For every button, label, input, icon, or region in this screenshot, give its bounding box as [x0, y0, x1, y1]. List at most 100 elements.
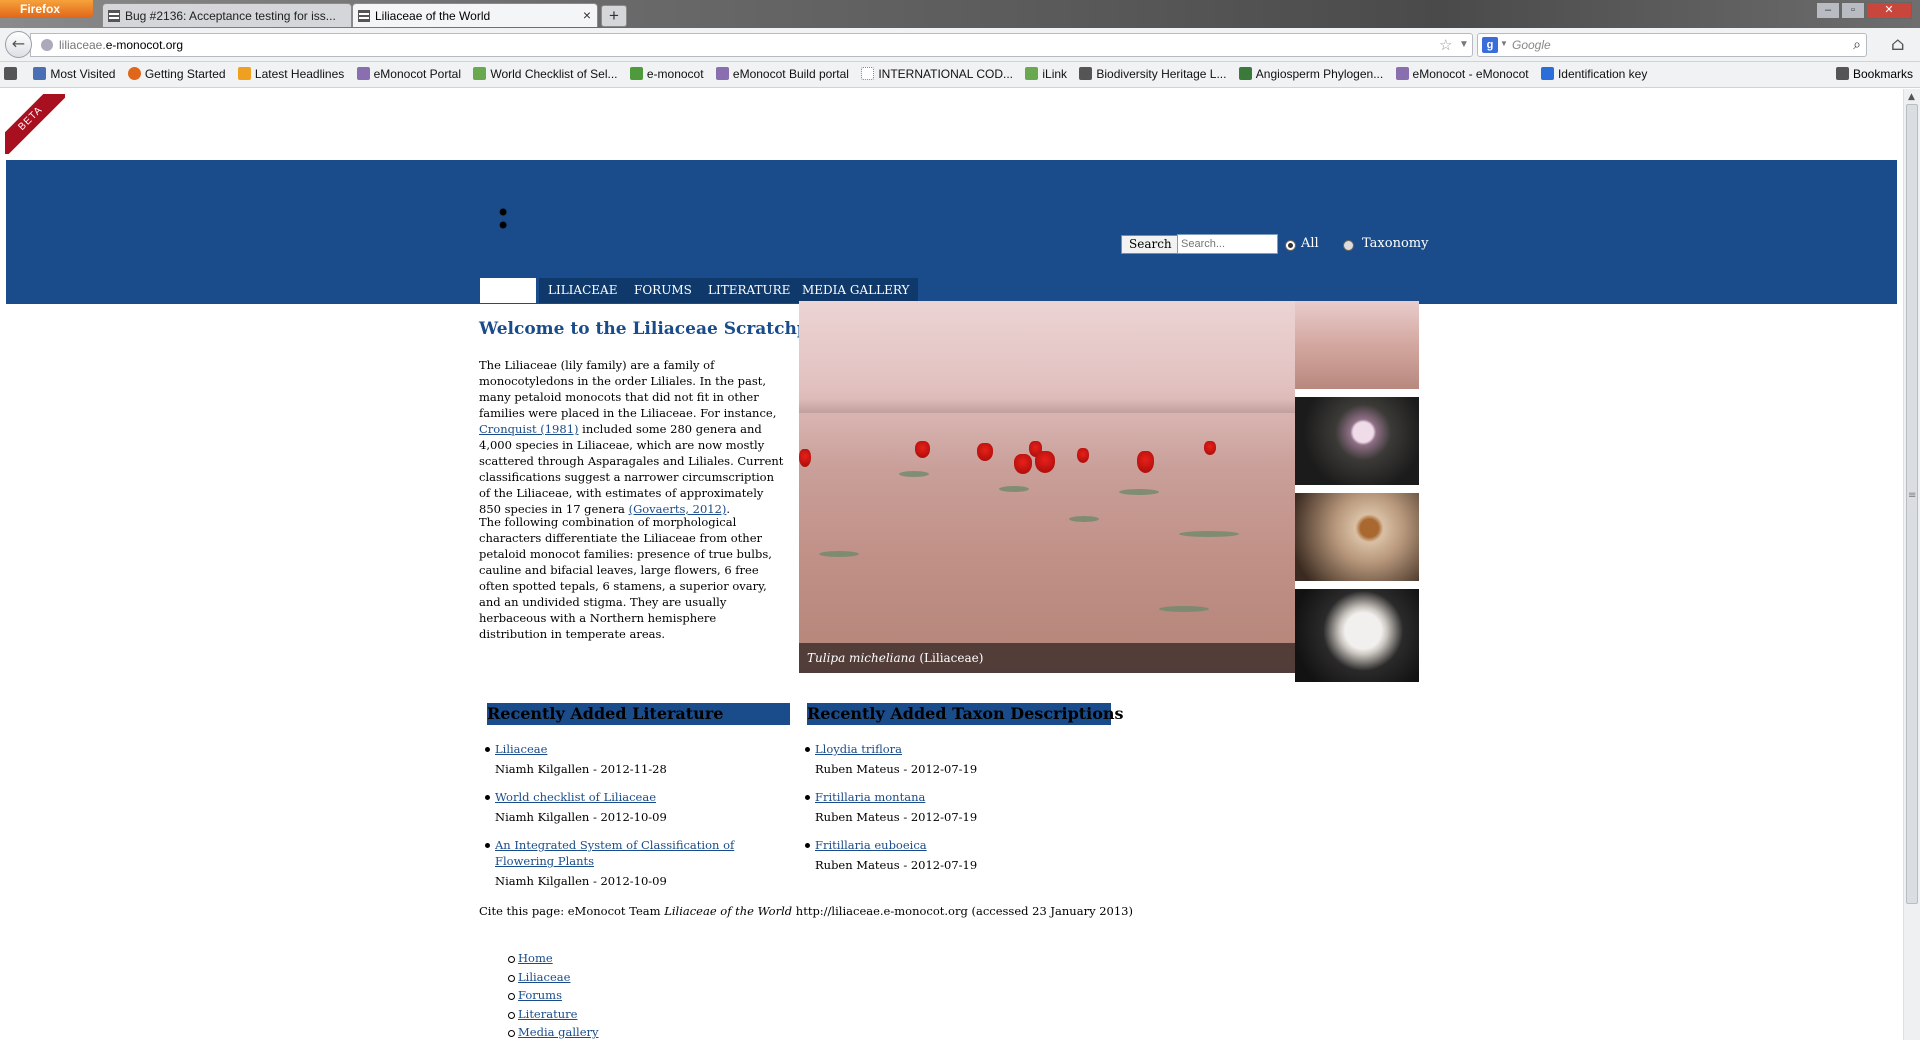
emonocot-icon — [1395, 67, 1409, 80]
new-tab-button[interactable]: + — [601, 5, 627, 27]
search-engine-dropdown-icon[interactable]: ▼ — [1500, 39, 1508, 48]
footer-link-liliaceae[interactable]: Liliaceae — [518, 970, 570, 984]
bookmark-latest-headlines[interactable]: Latest Headlines — [237, 67, 344, 81]
maximize-window-button[interactable]: ▫ — [1841, 2, 1865, 19]
bookmark-world-checklist[interactable]: World Checklist of Sel... — [473, 67, 618, 81]
nav-tab-home[interactable] — [480, 278, 536, 303]
tab-title: Bug #2136: Acceptance testing for iss... — [125, 9, 336, 23]
list-item: Liliaceae Niamh Kilgallen - 2012-11-28 — [485, 741, 787, 777]
nav-tab-media-gallery[interactable]: MEDIA GALLERY — [793, 278, 919, 303]
nav-tab-liliaceae[interactable]: LILIACEAE — [539, 278, 627, 303]
search-scope-taxonomy-label: Taxonomy — [1362, 236, 1429, 251]
tab-title: Liliaceae of the World — [375, 9, 491, 23]
footer-item: Media gallery — [508, 1023, 599, 1040]
bookmark-ilink[interactable]: iLink — [1025, 67, 1067, 81]
emonocot-icon — [356, 67, 370, 80]
footer-link-home[interactable]: Home — [518, 951, 553, 965]
lis-icon — [1540, 67, 1554, 80]
bookmark-emonocot-portal[interactable]: eMonocot Portal — [356, 67, 461, 81]
site-search-button[interactable]: Search — [1121, 235, 1180, 254]
browser-tab-liliaceae[interactable]: Liliaceae of the World × — [352, 3, 598, 27]
list-item: Fritillaria euboeica Ruben Mateus - 2012-… — [805, 837, 1107, 873]
gallery-thumbnail[interactable] — [1295, 397, 1419, 489]
bookmark-emonocot-emonocot[interactable]: eMonocot - eMonocot — [1395, 67, 1529, 81]
history-dropdown-icon[interactable]: ▼ — [1459, 39, 1469, 50]
header-dots: • • — [496, 199, 511, 240]
byline: Niamh Kilgallen - 2012-10-09 — [495, 874, 667, 888]
footer-item: Home — [508, 949, 599, 968]
search-scope-all-radio[interactable] — [1285, 240, 1296, 251]
rss-icon — [237, 67, 251, 80]
page-favicon-icon — [108, 10, 120, 22]
url-domain: e-monocot.org — [105, 38, 184, 52]
footer-navigation: Home Liliaceae Forums Literature Media g… — [508, 949, 599, 1040]
bookmark-apg[interactable]: Angiosperm Phylogen... — [1238, 67, 1383, 81]
bookmark-e-monocot[interactable]: e-monocot — [629, 67, 704, 81]
bookmark-star-icon[interactable]: ☆ — [1439, 36, 1452, 54]
byline: Niamh Kilgallen - 2012-10-09 — [495, 810, 667, 824]
characters-paragraph: The following combination of morphologic… — [479, 515, 772, 641]
search-scope-taxonomy-radio[interactable] — [1343, 240, 1354, 251]
nav-tab-forums[interactable]: FORUMS — [625, 278, 701, 303]
close-window-button[interactable]: ✕ — [1866, 2, 1912, 19]
search-placeholder: Google — [1512, 38, 1551, 52]
close-tab-icon[interactable]: × — [583, 7, 591, 23]
byline: Ruben Mateus - 2012-07-19 — [815, 810, 978, 824]
page-scrollbar[interactable]: ▲ ≡ — [1903, 89, 1920, 1040]
footer-item: Literature — [508, 1005, 599, 1024]
gallery-thumbnail[interactable] — [1295, 301, 1419, 393]
footer-link-media-gallery[interactable]: Media gallery — [518, 1025, 599, 1039]
google-icon[interactable]: g — [1482, 37, 1498, 53]
recent-literature-list: Liliaceae Niamh Kilgallen - 2012-11-28 Wo… — [485, 741, 787, 901]
browser-tab-bug[interactable]: Bug #2136: Acceptance testing for iss... — [102, 3, 352, 27]
search-bar[interactable]: g ▼ Google ⌕ — [1477, 33, 1867, 57]
footer-item: Forums — [508, 986, 599, 1005]
taxon-link[interactable]: Fritillaria euboeica — [815, 838, 927, 852]
gallery-thumbnail[interactable] — [1295, 589, 1419, 682]
taxon-link[interactable]: Lloydia triflora — [815, 742, 902, 756]
hero-caption: Tulipa micheliana (Liliaceae) — [799, 643, 1295, 673]
bookmarks-toolbar: Most Visited Getting Started Latest Head… — [0, 62, 1920, 88]
scroll-grip-icon: ≡ — [1908, 490, 1917, 501]
bookmark-bhl[interactable]: Biodiversity Heritage L... — [1079, 67, 1226, 81]
home-icon[interactable]: ⌂ — [1891, 34, 1905, 55]
back-button[interactable]: ← — [5, 31, 32, 58]
url-bar[interactable]: liliaceae.e-monocot.org ☆ ▼ ↻ — [30, 33, 1490, 57]
hero-image-tulipa[interactable]: Tulipa micheliana (Liliaceae) — [799, 301, 1295, 673]
search-magnifier-icon[interactable]: ⌕ — [1853, 36, 1861, 53]
literature-link[interactable]: An Integrated System of Classification o… — [495, 838, 734, 868]
byline: Ruben Mateus - 2012-07-19 — [815, 762, 978, 776]
taxon-link[interactable]: Fritillaria montana — [815, 790, 925, 804]
cronquist-link[interactable]: Cronquist (1981) — [479, 422, 579, 436]
bookmarks-menu-button[interactable]: Bookmarks — [1835, 67, 1913, 81]
bhl-icon — [1079, 67, 1093, 80]
minimize-window-button[interactable]: – — [1816, 2, 1840, 19]
gallery-thumbnail[interactable] — [1295, 493, 1419, 585]
citation: Cite this page: eMonocot Team Liliaceae … — [479, 904, 1133, 918]
literature-link[interactable]: World checklist of Liliaceae — [495, 790, 656, 804]
kew-icon — [1025, 67, 1039, 80]
scrollbar-thumb[interactable]: ≡ — [1906, 104, 1918, 904]
site-identity-icon[interactable] — [41, 39, 53, 51]
site-search-input[interactable] — [1177, 234, 1278, 254]
page-favicon-icon — [358, 10, 370, 22]
bookmark-getting-started[interactable]: Getting Started — [127, 67, 226, 81]
scroll-up-arrow-icon[interactable]: ▲ — [1908, 92, 1915, 102]
nav-tab-literature[interactable]: LITERATURE — [699, 278, 800, 303]
literature-link[interactable]: Liliaceae — [495, 742, 547, 756]
byline: Ruben Mateus - 2012-07-19 — [815, 858, 978, 872]
kew-icon — [473, 67, 487, 80]
emonocot-square-icon — [629, 67, 643, 80]
firefox-menu-button[interactable]: Firefox — [0, 0, 93, 18]
search-scope-all-label: All — [1301, 236, 1319, 251]
bookmarks-sidebar-icon[interactable] — [4, 67, 21, 81]
bookmark-most-visited[interactable]: Most Visited — [33, 67, 115, 81]
apg-icon — [1238, 67, 1252, 80]
bookmark-emonocot-build[interactable]: eMonocot Build portal — [715, 67, 849, 81]
recent-taxa-list: Lloydia triflora Ruben Mateus - 2012-07-1… — [805, 741, 1107, 885]
footer-link-literature[interactable]: Literature — [518, 1007, 577, 1021]
bookmark-international-code[interactable]: INTERNATIONAL COD... — [861, 67, 1013, 81]
most-visited-icon — [33, 67, 47, 80]
footer-link-forums[interactable]: Forums — [518, 988, 562, 1002]
bookmark-identification-key[interactable]: Identification key — [1540, 67, 1647, 81]
